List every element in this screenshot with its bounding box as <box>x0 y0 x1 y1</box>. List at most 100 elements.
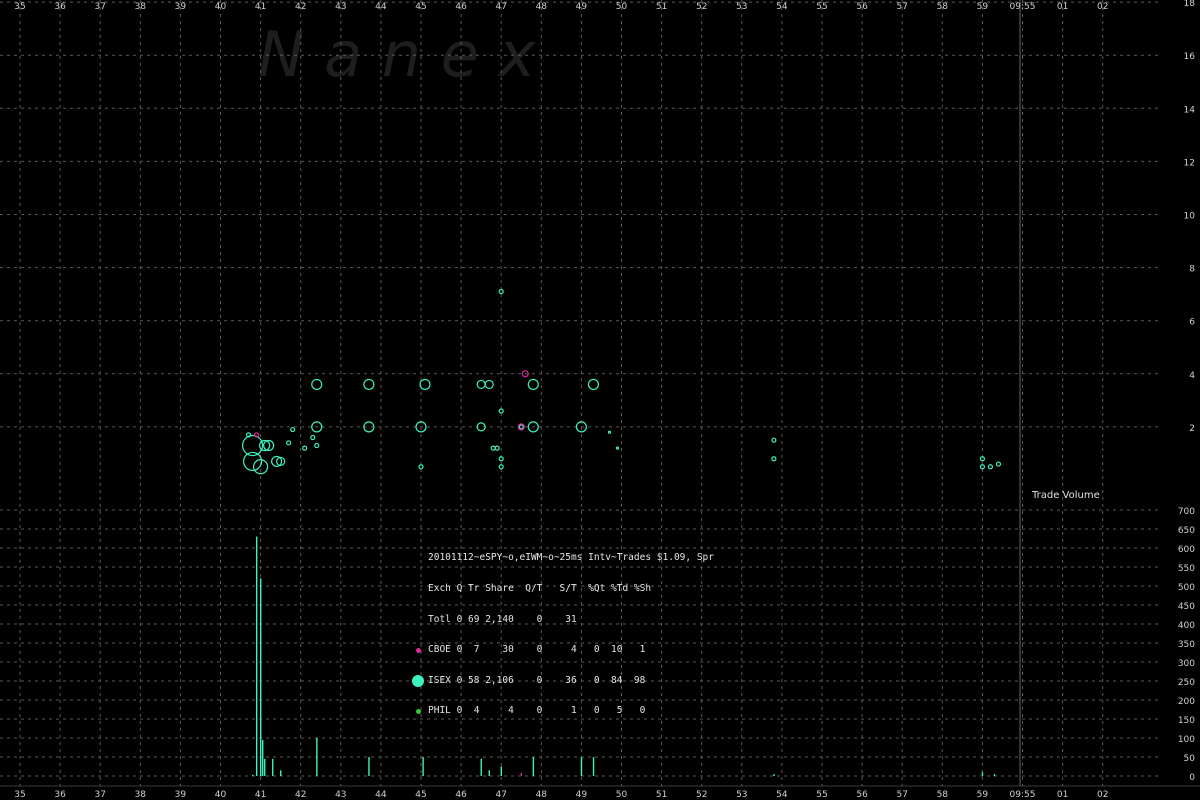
scatter-point <box>771 456 777 462</box>
volume-bar <box>280 770 282 776</box>
volume-tick-label: 550 <box>1178 564 1195 574</box>
x-tick-label-top: 43 <box>335 2 346 12</box>
x-tick-label-top: 41 <box>255 2 266 12</box>
volume-tick-label: 0 <box>1189 773 1195 783</box>
stats-row-text: Totl 0 69 2,140 0 31 <box>428 613 577 625</box>
x-tick-label-bottom: 47 <box>495 790 506 800</box>
volume-tick-label: 500 <box>1178 583 1195 593</box>
scatter-point <box>995 461 1002 467</box>
volume-bar <box>251 774 254 776</box>
scatter-point <box>363 378 375 391</box>
x-tick-label-bottom: 39 <box>175 790 187 800</box>
scatter-point <box>987 464 994 470</box>
volume-bar <box>580 757 583 776</box>
x-tick-label-bottom: 42 <box>295 790 306 800</box>
scatter-point <box>615 446 620 450</box>
scatter-point <box>498 288 504 295</box>
x-tick-label-top: 46 <box>455 2 467 12</box>
scatter-point <box>527 378 539 391</box>
x-tick-label-bottom: 55 <box>816 790 827 800</box>
volume-bar <box>773 774 775 776</box>
volume-bar <box>260 578 262 776</box>
y-tick-label: 8 <box>1189 265 1195 275</box>
y-tick-label: 10 <box>1184 212 1196 222</box>
volume-tick-label: 450 <box>1178 602 1195 612</box>
volume-tick-label: 200 <box>1178 697 1195 707</box>
scatter-point <box>310 434 316 441</box>
scatter-point <box>290 426 296 433</box>
scatter-point <box>311 378 323 391</box>
volume-tick-label: 350 <box>1178 640 1195 650</box>
scatter-point <box>286 440 292 446</box>
x-tick-label-bottom: 09:55 <box>1010 790 1036 800</box>
x-tick-label-bottom: 49 <box>576 790 588 800</box>
x-tick-label-top: 56 <box>856 2 868 12</box>
scatter-point <box>587 378 600 391</box>
volume-bar <box>480 758 482 776</box>
stats-table: 20101112~eSPY~o,eIWM~o~25ms Intv~Trades … <box>412 533 714 727</box>
y-tick-label: 4 <box>1189 371 1195 381</box>
volume-bar <box>592 757 595 776</box>
x-tick-label-bottom: 56 <box>856 790 868 800</box>
watermark: N a n e x <box>258 18 537 91</box>
stats-row: PHIL 0 4 4 0 1 0 5 0 <box>416 706 714 716</box>
x-tick-label-bottom: 41 <box>255 790 266 800</box>
x-tick-label-top: 42 <box>295 2 306 12</box>
x-tick-label-top: 40 <box>215 2 227 12</box>
x-tick-label-bottom: 59 <box>977 790 989 800</box>
x-tick-label-top: 54 <box>776 2 788 12</box>
x-tick-label-bottom: 50 <box>616 790 628 800</box>
volume-tick-label: 700 <box>1178 507 1195 517</box>
x-tick-label-top: 47 <box>495 2 506 12</box>
x-tick-label-bottom: 38 <box>135 790 147 800</box>
volume-tick-label: 100 <box>1178 735 1195 745</box>
x-tick-label-bottom: 43 <box>335 790 346 800</box>
x-tick-label-top: 36 <box>54 2 66 12</box>
scatter-point <box>419 378 431 391</box>
volume-tick-label: 250 <box>1178 678 1195 688</box>
x-tick-label-bottom: 54 <box>776 790 788 800</box>
stats-row: ISEX 0 58 2,106 0 36 0 84 98 <box>412 674 714 687</box>
isex-dot <box>412 674 424 687</box>
volume-bar <box>488 770 490 776</box>
x-tick-label-bottom: 45 <box>415 790 426 800</box>
x-tick-label-top: 51 <box>656 2 667 12</box>
scatter-point <box>314 442 320 449</box>
x-tick-label-top: 35 <box>14 2 25 12</box>
volume-bar <box>981 772 984 776</box>
volume-bar <box>262 739 264 776</box>
x-tick-label-top: 53 <box>736 2 747 12</box>
scatter-point <box>484 379 494 390</box>
scatter-point <box>518 424 524 430</box>
volume-tick-label: 650 <box>1178 526 1195 536</box>
volume-bar <box>520 772 523 776</box>
scatter-point <box>490 445 496 451</box>
scatter-point <box>476 379 486 390</box>
x-tick-label-top: 44 <box>375 2 387 12</box>
x-tick-label-bottom: 35 <box>14 790 25 800</box>
volume-bar <box>316 738 318 776</box>
x-tick-label-bottom: 52 <box>696 790 707 800</box>
volume-tick-label: 600 <box>1178 545 1195 555</box>
volume-bar <box>532 757 535 776</box>
x-tick-label-top: 09:55 <box>1010 2 1036 12</box>
volume-tick-label: 150 <box>1178 716 1195 726</box>
x-tick-label-top: 45 <box>415 2 426 12</box>
x-tick-label-bottom: 36 <box>54 790 66 800</box>
x-tick-label-top: 57 <box>896 2 907 12</box>
scatter-point <box>607 430 612 434</box>
x-tick-label-top: 01 <box>1057 2 1068 12</box>
x-tick-label-bottom: 44 <box>375 790 387 800</box>
stats-header: Exch Q Tr Share Q/T S/T %Qt %Td %Sh <box>428 583 652 594</box>
stats-row-text: CBOE 0 7 30 0 4 0 10 1 <box>428 644 646 656</box>
y-tick-label: 18 <box>1184 0 1196 9</box>
volume-bar <box>272 758 274 776</box>
x-tick-label-bottom: 02 <box>1097 790 1108 800</box>
x-tick-label-top: 50 <box>616 2 628 12</box>
x-tick-label-top: 52 <box>696 2 707 12</box>
scatter-point <box>498 408 504 414</box>
x-tick-label-bottom: 57 <box>896 790 907 800</box>
volume-bar <box>500 766 502 776</box>
stats-row: Totl 0 69 2,140 0 31 <box>428 613 714 625</box>
x-tick-label-bottom: 40 <box>215 790 227 800</box>
